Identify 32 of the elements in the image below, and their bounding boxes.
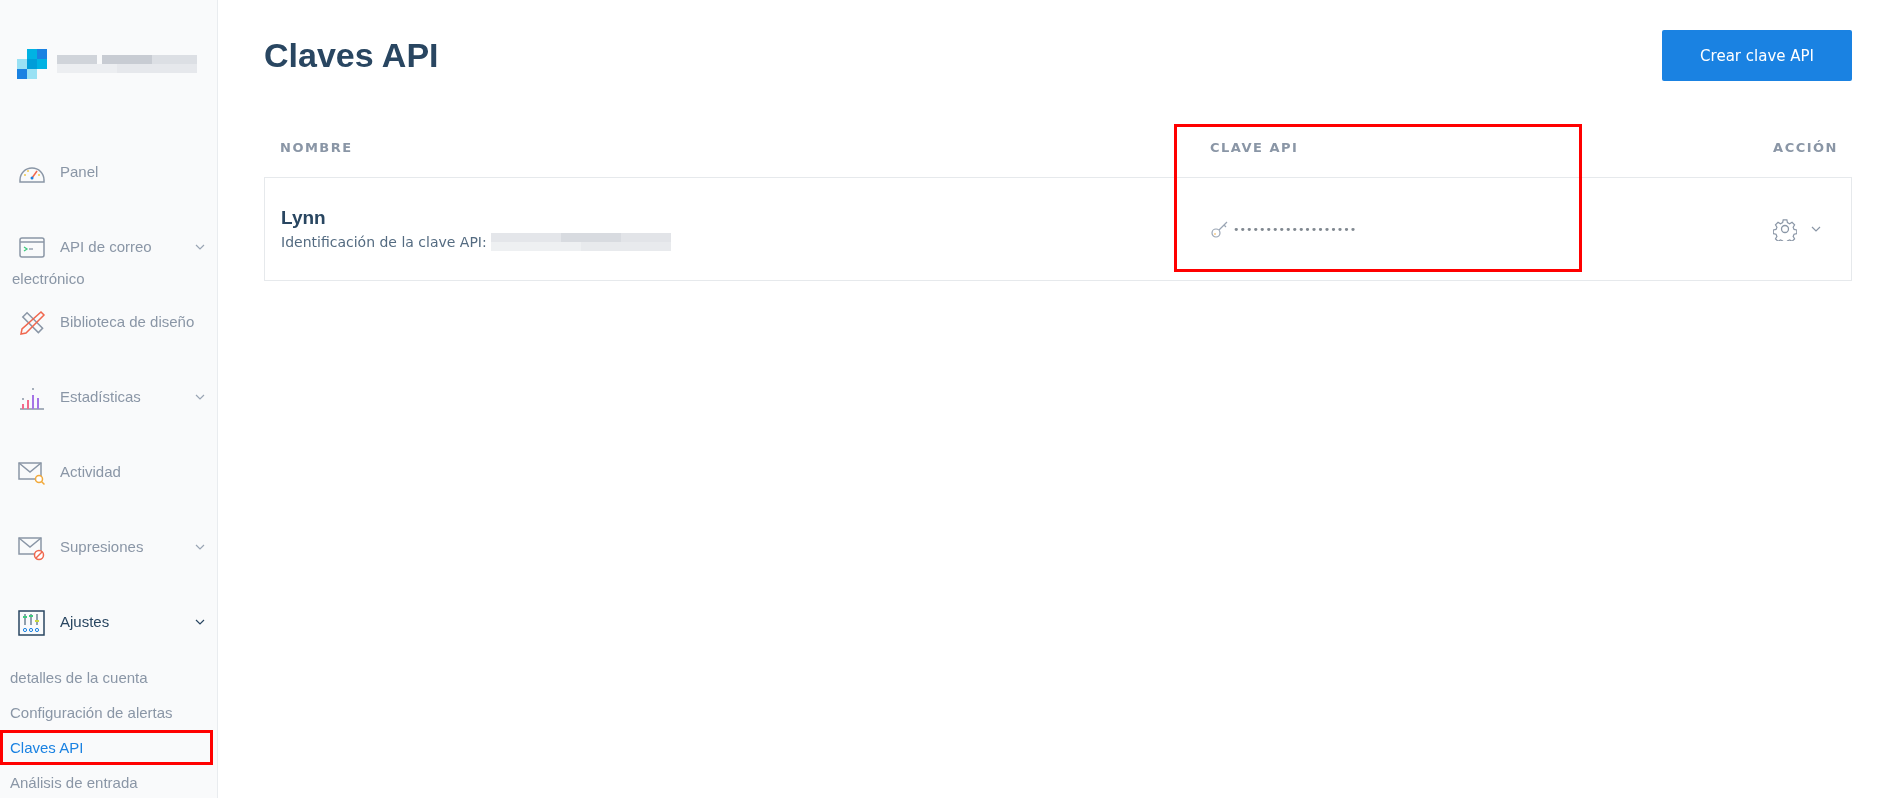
chevron-icon <box>195 394 205 400</box>
mail-block-icon <box>18 535 46 562</box>
submenu-item[interactable]: Análisis de entrada <box>0 765 217 798</box>
nav-item[interactable]: Biblioteca de diseño <box>0 306 217 381</box>
column-header: CLAVE API <box>1210 139 1299 155</box>
chevron-icon <box>195 619 205 625</box>
settings-icon[interactable] <box>1773 217 1797 241</box>
mail-search-icon <box>18 460 46 487</box>
sliders-icon <box>18 610 46 637</box>
logo-icon <box>17 49 47 79</box>
key-name: Lynn <box>281 207 327 229</box>
create-key-button[interactable]: Crear clave API <box>1662 30 1852 81</box>
nav-item[interactable]: API de correo electrónico <box>0 231 217 306</box>
submenu-item[interactable]: detalles de la cuenta <box>0 660 217 695</box>
submenu-item[interactable]: Claves API <box>0 730 213 765</box>
column-header: NOMBRE <box>280 139 353 155</box>
chevron-icon <box>195 244 205 250</box>
key-id-label: Identificación de la clave API: <box>281 234 487 250</box>
design-icon <box>18 310 46 337</box>
column-header: ACCIÓN <box>1773 139 1838 155</box>
page-title: Claves API <box>264 36 439 75</box>
submenu-item[interactable]: Configuración de alertas <box>0 695 217 730</box>
nav-item[interactable]: Estadísticas <box>0 381 217 456</box>
chevron-icon[interactable] <box>1811 226 1821 232</box>
chart-icon <box>18 385 46 412</box>
nav-item[interactable]: Ajustes <box>0 606 217 660</box>
nav-item[interactable]: Panel <box>0 156 217 231</box>
nav-item[interactable]: Actividad <box>0 456 217 531</box>
chevron-icon <box>195 544 205 550</box>
nav-item[interactable]: Supresiones <box>0 531 217 606</box>
masked-key: ••••••••••••••••••• <box>1233 222 1357 236</box>
key-icon <box>1211 220 1229 238</box>
